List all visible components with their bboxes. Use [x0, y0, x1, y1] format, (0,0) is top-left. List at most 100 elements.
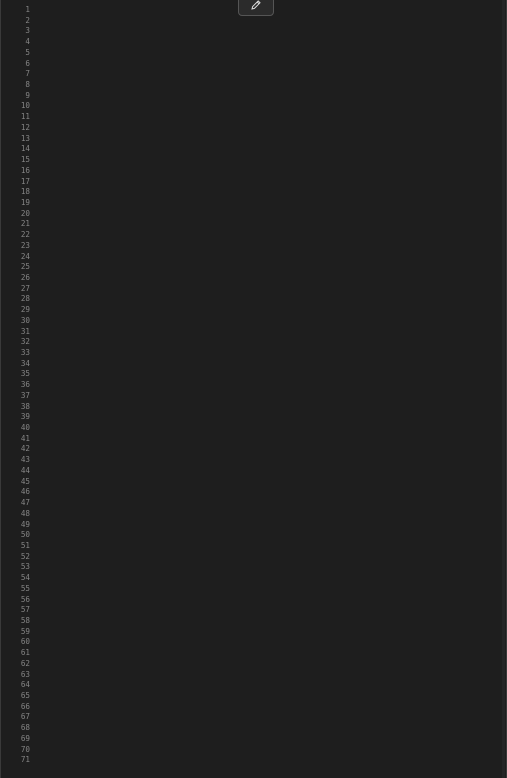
code-line[interactable]: 29<xFant>TECNOSPEED NEGOCIOS</xFant>	[1, 305, 506, 316]
code-line[interactable]: 16<tpImp>4</tpImp>	[1, 166, 506, 177]
code-line[interactable]: 18<cDV>4</cDV>	[1, 187, 506, 198]
code-line[interactable]: 30<enderEmit>	[1, 316, 506, 327]
code-line[interactable]: 45</emit>	[1, 477, 506, 488]
code-line[interactable]: 52<det nItem="1">	[1, 552, 506, 563]
code-line[interactable]: 68</prod>	[1, 723, 506, 734]
code-line[interactable]: 59<uCom>UN</uCom>	[1, 627, 506, 638]
line-number: 34	[20, 358, 30, 368]
code-line[interactable]: 40<fone>4430379500</fone>	[1, 423, 506, 434]
code-line[interactable]: 32<nro>469</nro>	[1, 337, 506, 348]
code-line[interactable]: 20<finNFe>1</finNFe>	[1, 209, 506, 220]
code-line[interactable]: 48<xNome>NF-E EMITIDA EM AMBIENTE DE HOM…	[1, 509, 506, 520]
code-line[interactable]: 26<emit>	[1, 273, 506, 284]
code-line[interactable]: 4<infNFe Id="NFe412305290626090001776545…	[1, 37, 506, 48]
code-line[interactable]: 67<indTot>1</indTot>	[1, 712, 506, 723]
code-line[interactable]: 22<indPres>1</indPres>	[1, 230, 506, 241]
line-number: 51	[20, 540, 30, 550]
line-number: 48	[20, 508, 30, 518]
code-line[interactable]: 47<CPF>0</CPF>	[1, 498, 506, 509]
line-number: 40	[20, 423, 30, 433]
line-number: 41	[20, 433, 30, 443]
code-line[interactable]: 58<CFOP>5405</CFOP>	[1, 616, 506, 627]
code-line[interactable]: 42<IE>9098793965</IE>	[1, 444, 506, 455]
code-line[interactable]: 24<verProc>PN_4.00</verProc>	[1, 252, 506, 263]
code-line[interactable]: 21<indFinal>1</indFinal>	[1, 219, 506, 230]
code-line[interactable]: 39<xPais>Brasil</xPais>	[1, 412, 506, 423]
line-number: 61	[20, 648, 30, 658]
line-number: 35	[20, 369, 30, 379]
code-line[interactable]: 23<procEmi>0</procEmi>	[1, 241, 506, 252]
line-number: 14	[20, 144, 30, 154]
line-number: 10	[20, 101, 30, 111]
line-number: 58	[20, 615, 30, 625]
code-line[interactable]: 65<qTrib>1</qTrib>	[1, 691, 506, 702]
line-number: 42	[20, 444, 30, 454]
code-line[interactable]: 43<IM>192211</IM>	[1, 455, 506, 466]
line-number: 2	[25, 15, 30, 25]
code-line[interactable]: 61<vUnCom>7.99</vUnCom>	[1, 648, 506, 659]
line-number: 43	[20, 455, 30, 465]
code-line[interactable]: 55<cEAN>SEM GTIN</cEAN>	[1, 584, 506, 595]
code-line[interactable]: 8<natOp>VENDA</natOp>	[1, 80, 506, 91]
line-number: 1	[25, 5, 30, 14]
code-line[interactable]: 12<dhEmi>2023-05-31T17:32:12-03:00</dhEm…	[1, 123, 506, 134]
code-line[interactable]: 50<email>erika.raugusto@tecnospeed.com.b…	[1, 530, 506, 541]
code-line[interactable]: 2<nfeProc versao="4.00" xmlns="http://ww…	[1, 16, 506, 27]
code-line[interactable]: 19<tpAmb>2</tpAmb>	[1, 198, 506, 209]
code-line[interactable]: 71<ICMS60>	[1, 755, 506, 766]
code-line[interactable]: 15<cMunFG>4115200</cMunFG>	[1, 155, 506, 166]
xml-editor[interactable]: 1<?xml version="1.0" encoding="UTF-8"?>2…	[0, 0, 507, 778]
code-line[interactable]: 49<indIEDest>9</indIEDest>	[1, 520, 506, 531]
code-line[interactable]: 66<vUnTrib>7.99</vUnTrib>	[1, 702, 506, 713]
code-line[interactable]: 54<cProd>54752</cProd>	[1, 573, 506, 584]
code-line[interactable]: 36<UF>PR</UF>	[1, 380, 506, 391]
code-line[interactable]: 13<tpNF>1</tpNF>	[1, 134, 506, 145]
code-line[interactable]: 57<NCM>04012010</NCM>	[1, 605, 506, 616]
line-number: 4	[25, 37, 30, 47]
code-line[interactable]: 60<qCom>1</qCom>	[1, 637, 506, 648]
vertical-scrollbar[interactable]	[502, 0, 505, 778]
code-line[interactable]: 25</ide>	[1, 262, 506, 273]
code-line[interactable]: 11<nNF>689</nNF>	[1, 112, 506, 123]
code-line[interactable]: 70<ICMS>	[1, 745, 506, 756]
code-line[interactable]: 38<cPais>1058</cPais>	[1, 402, 506, 413]
code-line[interactable]: 34<cMun>4115200</cMun>	[1, 359, 506, 370]
line-number: 62	[20, 658, 30, 668]
code-line[interactable]: 62<vProd>7.99</vProd>	[1, 659, 506, 670]
edit-button[interactable]	[238, 0, 274, 16]
code-line[interactable]: 7<cNF>64668770</cNF>	[1, 69, 506, 80]
code-line[interactable]: 14<idDest>1</idDest>	[1, 144, 506, 155]
line-number: 33	[20, 348, 30, 357]
code-line[interactable]: 5<ide>	[1, 48, 506, 59]
code-line[interactable]: 17<tpEmis>1</tpEmis>	[1, 177, 506, 188]
line-number: 49	[20, 519, 30, 529]
code-line[interactable]: 31<xLgr>Rua Adolfo Alves Ferreira</xLgr>	[1, 327, 506, 338]
line-number: 19	[20, 197, 30, 207]
code-line[interactable]: 37<CEP>87005250</CEP>	[1, 391, 506, 402]
line-number: 20	[20, 208, 30, 218]
line-number: 6	[25, 58, 30, 68]
code-line[interactable]: 64<uTrib>UN</uTrib>	[1, 680, 506, 691]
line-number: 65	[20, 691, 30, 700]
code-line[interactable]: 53<prod>	[1, 562, 506, 573]
line-number: 59	[20, 626, 30, 636]
code-line[interactable]: 44<CRT>3</CRT>	[1, 466, 506, 477]
code-line[interactable]: 3<NFe xmlns="http://www.portalfiscal.inf…	[1, 26, 506, 37]
code-line[interactable]: 51</dest>	[1, 541, 506, 552]
code-line[interactable]: 6<cUF>41</cUF>	[1, 59, 506, 70]
code-line[interactable]: 63<cEANTrib>SEM GTIN</cEANTrib>	[1, 670, 506, 681]
code-line[interactable]: 10<serie>457</serie>	[1, 101, 506, 112]
code-line[interactable]: 28<xNome>TECNOSPEED NEGOCIOS LTDA</xNome…	[1, 294, 506, 305]
code-line[interactable]: 41</enderEmit>	[1, 434, 506, 445]
code-line[interactable]: 56<xProd>NOTA FISCAL EMITIDA EM AMBIENTE…	[1, 595, 506, 606]
code-line[interactable]: 69<imposto>	[1, 734, 506, 745]
code-line[interactable]: 33<xBairro>Vila Marumby</xBairro>	[1, 348, 506, 359]
line-number: 60	[20, 637, 30, 647]
code-line[interactable]: 46<dest>	[1, 487, 506, 498]
code-line[interactable]: 9<mod>65</mod>	[1, 91, 506, 102]
line-number: 46	[20, 487, 30, 497]
code-line[interactable]: 35<xMun>MARINGA</xMun>	[1, 369, 506, 380]
line-number: 38	[20, 401, 30, 411]
line-number: 64	[20, 680, 30, 690]
code-line[interactable]: 27<CNPJ>29062609000177</CNPJ>	[1, 284, 506, 295]
